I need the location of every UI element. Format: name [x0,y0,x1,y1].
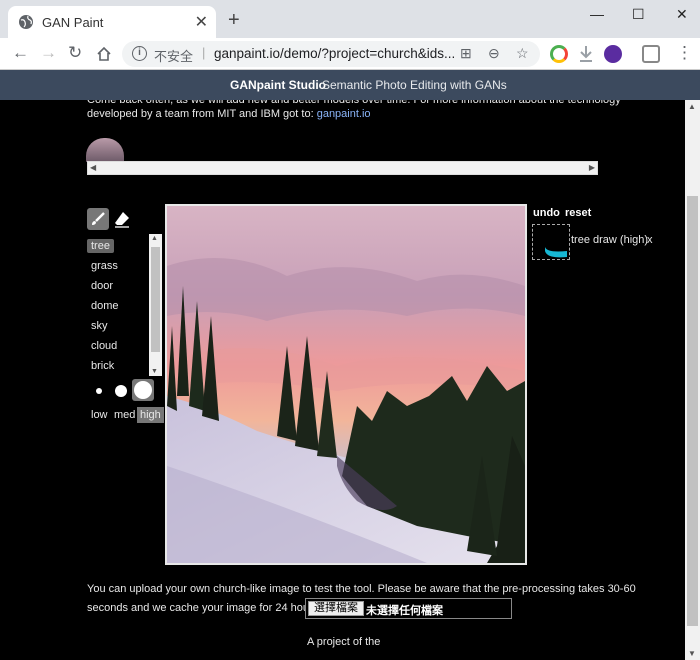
brush-large-dot [134,381,152,399]
site-tagline: Semantic Photo Editing with GANs [322,78,507,92]
scroll-down-icon[interactable]: ▼ [151,368,158,375]
zoom-icon[interactable]: ⊖ [488,45,500,62]
label-scroll-thumb[interactable] [151,247,160,352]
page-scroll-down-icon[interactable]: ▼ [688,649,696,658]
brush-large-button[interactable] [132,379,154,401]
chrome-extension-icon[interactable] [550,45,568,63]
maximize-icon[interactable]: ☐ [632,6,645,23]
download-icon[interactable] [578,45,594,63]
home-icon[interactable] [96,46,112,62]
intro-text: developed by a team from MIT and IBM got… [87,107,371,122]
close-tab-icon[interactable]: ✕ [195,12,208,32]
brush-tool-button[interactable] [87,208,109,230]
site-brand[interactable]: GANpaint Studio [230,78,326,92]
label-brick[interactable]: brick [87,359,118,373]
reset-button[interactable]: reset [565,207,591,219]
upload-text-line2: seconds and we cache your image for 24 h… [87,602,325,614]
size-high[interactable]: high [137,407,164,423]
url-text[interactable]: ganpaint.io/demo/?project=church&ids... [214,46,455,61]
landscape-image [167,206,525,563]
calendar-extension-icon[interactable] [642,45,660,63]
label-scrollbar[interactable]: ▲ ▼ [149,234,162,376]
site-header: GANpaint Studio Semantic Photo Editing w… [0,70,700,100]
globe-icon [19,15,33,29]
translate-icon[interactable]: ⊞ [460,45,472,62]
label-dome[interactable]: dome [87,299,123,313]
page-scroll-thumb[interactable] [687,196,698,626]
eraser-tool-button[interactable] [111,208,133,230]
footer-project-of: A project of the [307,636,381,648]
back-icon[interactable]: ← [12,43,29,63]
upload-text-line1: You can upload your own church-like imag… [87,583,636,595]
download-extension-icon[interactable] [604,45,622,63]
label-sky[interactable]: sky [87,319,112,333]
menu-icon[interactable]: ⋮ [676,43,693,63]
undo-button[interactable]: undo [533,207,560,219]
tree-stroke-preview [545,247,567,258]
page-content: Come back often, as we will add new and … [0,100,685,660]
thumbnail-scrollbar[interactable]: ◀ ▶ [87,161,598,175]
history-thumbnail[interactable] [532,224,570,260]
browser-toolbar: ← → ↻ i 不安全 | ganpaint.io/demo/?project=… [0,38,700,70]
choose-file-button[interactable]: 選擇檔案 [308,601,364,616]
reload-icon[interactable]: ↻ [68,43,82,63]
size-med[interactable]: med [111,407,138,423]
file-upload-input[interactable]: 選擇檔案 未選擇任何檔案 [305,598,512,619]
bookmark-star-icon[interactable]: ☆ [516,45,529,62]
browser-tab[interactable]: GAN Paint ✕ [8,6,216,38]
label-tree[interactable]: tree [87,239,114,253]
page-scrollbar[interactable]: ▲ ▼ [685,100,700,660]
paint-canvas[interactable] [165,204,527,565]
scroll-right-icon[interactable]: ▶ [589,163,595,172]
page-scroll-up-icon[interactable]: ▲ [688,102,696,111]
brush-medium-dot[interactable] [115,385,127,397]
insecure-label: 不安全 [154,49,194,64]
eraser-icon [115,212,129,228]
forward-icon[interactable]: → [40,43,57,63]
brush-small-dot[interactable] [96,388,102,394]
close-window-icon[interactable]: ✕ [676,6,688,23]
label-list: tree grass door dome sky cloud brick [87,234,149,374]
label-cloud[interactable]: cloud [87,339,121,353]
label-door[interactable]: door [87,279,117,293]
history-remove-button[interactable]: x [647,234,653,246]
scroll-left-icon[interactable]: ◀ [90,163,96,172]
scroll-up-icon[interactable]: ▲ [151,235,158,242]
separator: | [202,45,206,60]
minimize-icon[interactable]: — [590,6,604,22]
new-tab-icon[interactable]: + [228,9,240,32]
no-file-status: 未選擇任何檔案 [366,605,443,617]
brush-icon [92,212,105,225]
ganpaint-link[interactable]: ganpaint.io [317,108,371,120]
browser-tabstrip: GAN Paint ✕ + — ☐ ✕ [0,0,700,38]
history-entry-label: tree draw (high) [571,234,649,246]
size-low[interactable]: low [88,407,111,423]
address-bar[interactable]: i 不安全 | ganpaint.io/demo/?project=church… [122,41,540,67]
tab-title: GAN Paint [42,15,104,30]
church-thumbnail[interactable] [86,138,124,162]
intro-text-line2: developed by a team from MIT and IBM got… [87,108,314,120]
info-icon[interactable]: i [132,46,147,61]
label-grass[interactable]: grass [87,259,122,273]
